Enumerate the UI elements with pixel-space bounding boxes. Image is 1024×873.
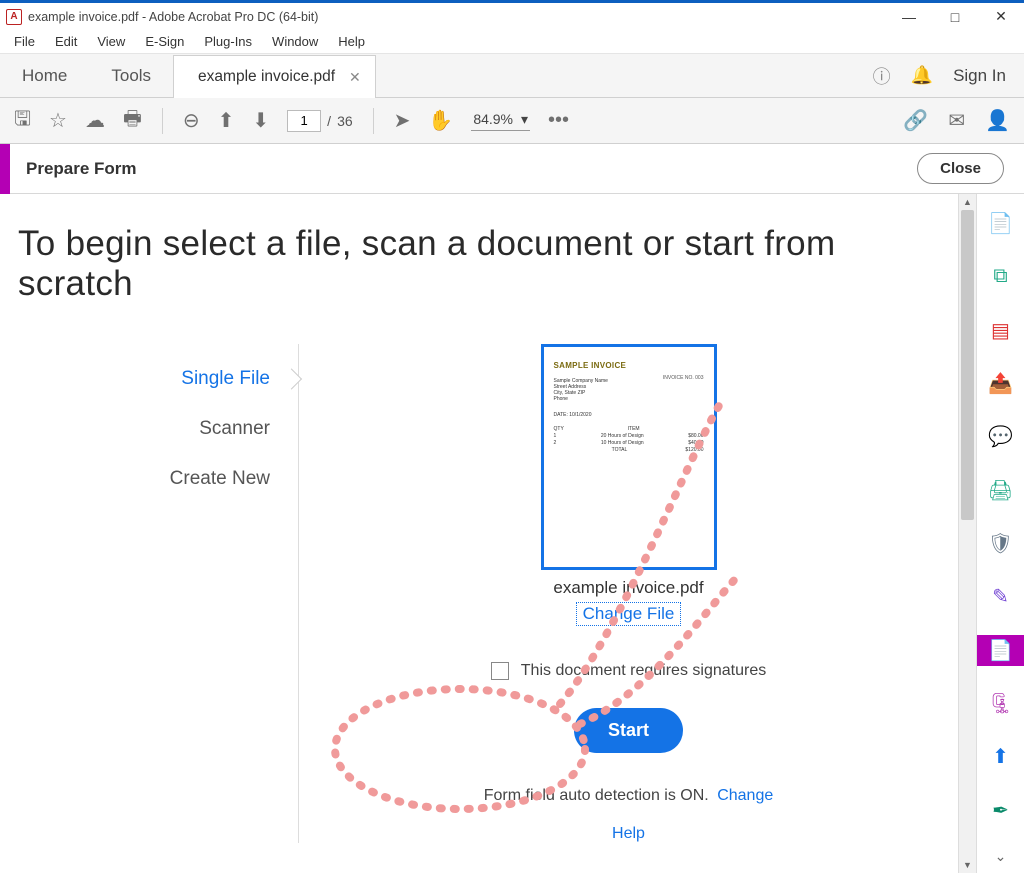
menu-view[interactable]: View	[87, 32, 135, 51]
email-icon[interactable]: ✉	[948, 108, 965, 133]
menu-esign[interactable]: E-Sign	[135, 32, 194, 51]
scroll-down-icon[interactable]: ▼	[959, 857, 976, 873]
help-icon[interactable]: ⓘ	[873, 63, 891, 89]
menu-file[interactable]: File	[4, 32, 45, 51]
zoom-out-icon[interactable]: ⊖	[183, 108, 200, 133]
page-heading: To begin select a file, scan a document …	[18, 224, 958, 304]
view-tabs: Home Tools example invoice.pdf ✕ ⓘ 🔔 Sig…	[0, 54, 1024, 98]
tool-accent	[0, 144, 10, 194]
compress-icon[interactable]: 🗜	[977, 688, 1024, 719]
star-icon[interactable]: ☆	[49, 108, 67, 133]
signature-icon[interactable]: ✒	[977, 795, 1024, 826]
main-area: To begin select a file, scan a document …	[0, 194, 1024, 873]
doc-tab-wrap: example invoice.pdf ✕	[173, 54, 376, 97]
start-button[interactable]: Start	[574, 708, 683, 753]
titlebar: A example invoice.pdf - Adobe Acrobat Pr…	[0, 0, 1024, 30]
tool-name: Prepare Form	[26, 159, 137, 179]
auto-detect-change-link[interactable]: Change	[717, 787, 773, 804]
thumb-date: DATE: 10/1/2020	[554, 412, 704, 418]
account-icon[interactable]: 👤	[985, 108, 1010, 133]
close-tool-button[interactable]: Close	[917, 153, 1004, 184]
content: To begin select a file, scan a document …	[0, 194, 958, 873]
sign-in-link[interactable]: Sign In	[953, 66, 1006, 86]
source-create-new[interactable]: Create New	[18, 454, 298, 504]
signatures-checkbox-row: This document requires signatures	[491, 662, 766, 680]
zoom-value: 84.9%	[473, 111, 513, 127]
help-link[interactable]: Help	[612, 825, 645, 843]
selected-filename: example invoice.pdf	[553, 578, 703, 598]
page-down-icon[interactable]: ⬇	[252, 108, 269, 133]
window-title: example invoice.pdf - Adobe Acrobat Pro …	[28, 10, 318, 24]
chevron-down-icon: ▾	[521, 111, 528, 128]
comment-icon[interactable]: 💬	[977, 421, 1024, 452]
preview-area: SAMPLE INVOICE INVOICE NO. 003 Sample Co…	[299, 344, 958, 843]
document-tab-label: example invoice.pdf	[198, 68, 335, 86]
acrobat-icon: A	[6, 9, 22, 25]
menu-window[interactable]: Window	[262, 32, 328, 51]
thumb-title: SAMPLE INVOICE	[554, 361, 704, 370]
source-single-file[interactable]: Single File	[18, 354, 298, 404]
source-list: Single File Scanner Create New	[18, 344, 298, 843]
menubar: File Edit View E-Sign Plug-Ins Window He…	[0, 30, 1024, 54]
close-tab-icon[interactable]: ✕	[349, 69, 361, 86]
scrollbar-thumb[interactable]	[961, 210, 974, 520]
document-tab[interactable]: example invoice.pdf ✕	[173, 55, 376, 98]
bell-icon[interactable]: 🔔	[911, 65, 933, 86]
send-icon[interactable]: ⬆	[977, 741, 1024, 772]
export-pdf-icon[interactable]: 📤	[977, 368, 1024, 399]
more-tools-icon[interactable]: •••	[548, 109, 569, 132]
close-window-button[interactable]: ✕	[978, 3, 1024, 30]
page-total: 36	[337, 113, 353, 129]
page-position: / 36	[287, 110, 352, 132]
more-tools-chevron-icon[interactable]: ⌄	[995, 848, 1007, 865]
prepare-form-icon[interactable]: 📄	[977, 635, 1024, 666]
print-icon[interactable]: 🖶	[123, 104, 142, 138]
maximize-button[interactable]: □	[932, 3, 978, 30]
menu-edit[interactable]: Edit	[45, 32, 87, 51]
menu-plugins[interactable]: Plug-Ins	[194, 32, 262, 51]
share-link-icon[interactable]: 🔗	[903, 108, 928, 133]
scan-ocr-icon[interactable]: 🖨	[977, 475, 1024, 506]
file-thumbnail[interactable]: SAMPLE INVOICE INVOICE NO. 003 Sample Co…	[541, 344, 717, 570]
protect-icon[interactable]: 🛡	[977, 528, 1024, 559]
vertical-scrollbar[interactable]: ▲ ▼	[958, 194, 976, 873]
minimize-button[interactable]: —	[886, 3, 932, 30]
scroll-up-icon[interactable]: ▲	[959, 194, 976, 210]
tab-home[interactable]: Home	[0, 54, 89, 97]
menu-help[interactable]: Help	[328, 32, 375, 51]
window-controls: — □ ✕	[886, 3, 1024, 30]
right-tool-rail: 📄 ⧉ ▤ 📤 💬 🖨 🛡 ✎ 📄 🗜 ⬆ ✒ ⌄	[976, 194, 1024, 873]
signatures-checkbox[interactable]	[491, 662, 509, 680]
page-up-icon[interactable]: ⬆	[218, 108, 235, 133]
auto-detect-status: Form field auto detection is ON. Change	[484, 787, 773, 805]
combine-files-icon[interactable]: ⧉	[977, 261, 1024, 292]
select-tool-icon[interactable]: ➤	[394, 108, 411, 133]
signatures-label: This document requires signatures	[521, 662, 766, 680]
source-scanner[interactable]: Scanner	[18, 404, 298, 454]
fill-sign-icon[interactable]: ✎	[977, 581, 1024, 612]
tab-tools[interactable]: Tools	[89, 54, 173, 97]
cloud-upload-icon[interactable]: ☁	[85, 108, 105, 133]
thumb-phone: Phone	[554, 396, 704, 402]
zoom-dropdown[interactable]: 84.9% ▾	[471, 111, 530, 131]
page-current-input[interactable]	[287, 110, 321, 132]
organize-pages-icon[interactable]: ▤	[977, 315, 1024, 346]
hand-tool-icon[interactable]: ✋	[428, 108, 453, 133]
thumb-invoice-no: INVOICE NO. 003	[663, 375, 704, 381]
change-file-link[interactable]: Change File	[576, 602, 682, 626]
save-icon[interactable]: 🖫	[14, 104, 31, 138]
tool-header: Prepare Form Close	[0, 144, 1024, 194]
page-sep: /	[327, 113, 331, 129]
create-pdf-icon[interactable]: 📄	[977, 208, 1024, 239]
toolbar: 🖫 ☆ ☁ 🖶 ⊖ ⬆ ⬇ / 36 ➤ ✋ 84.9% ▾ ••• 🔗 ✉ 👤	[0, 98, 1024, 144]
